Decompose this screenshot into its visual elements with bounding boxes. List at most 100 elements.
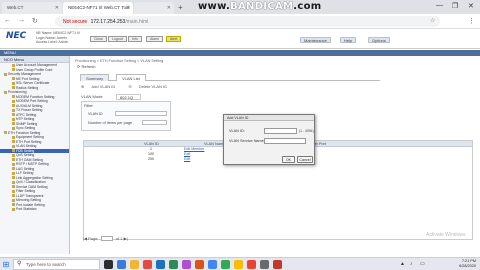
sidebar-item-label: TX Power Setting bbox=[16, 108, 43, 112]
sidebar-item-label: LAG Setting bbox=[16, 166, 35, 171]
app-icon-6[interactable] bbox=[208, 260, 217, 269]
edge-icon[interactable] bbox=[117, 260, 126, 269]
close-button[interactable]: Close bbox=[90, 36, 107, 42]
vlan-id-input[interactable] bbox=[264, 128, 297, 134]
browser-tab-2[interactable]: NE64C2-NF71 I/I Web.CT Tool ✕ bbox=[63, 2, 133, 14]
tab-vlan-list[interactable]: VLAN List bbox=[116, 74, 146, 81]
watermark-prefix: www. bbox=[198, 1, 231, 12]
new-tab-icon[interactable]: + bbox=[178, 3, 183, 12]
reload-icon[interactable]: ↻ bbox=[32, 17, 38, 25]
filter-vlan-id-input[interactable] bbox=[115, 111, 167, 116]
page-input[interactable] bbox=[100, 236, 113, 242]
page-icon bbox=[12, 162, 15, 166]
browser-menu-icon[interactable]: ⋮ bbox=[468, 17, 475, 25]
app-icon-3[interactable] bbox=[169, 260, 178, 269]
close-window-icon[interactable]: ✕ bbox=[468, 2, 474, 10]
cancel-button[interactable]: Cancel bbox=[297, 156, 313, 163]
delete-vlan-button[interactable]: ⊖ Delete VLAN ID bbox=[128, 84, 173, 89]
vlan-name-input[interactable] bbox=[264, 138, 306, 144]
page-icon bbox=[12, 153, 15, 157]
browser-tab-label: Web.CT bbox=[7, 5, 24, 10]
maintenance-link[interactable]: Maintenance bbox=[300, 37, 331, 43]
sidebar-item-label: ETH Port Setting bbox=[16, 139, 42, 144]
items-per-page-label: Number of Items per page bbox=[88, 121, 133, 125]
sidebar-item-label: RSTP / MSTP Setting bbox=[16, 162, 49, 166]
recording-watermark: www.BANDICAM.com bbox=[198, 1, 321, 12]
watermark-brand: BANDICAM bbox=[230, 1, 294, 12]
language-icon[interactable]: ▭ bbox=[420, 261, 425, 267]
maximize-icon[interactable]: ❐ bbox=[452, 2, 458, 10]
minimize-icon[interactable]: — bbox=[436, 2, 443, 9]
page-icon bbox=[12, 189, 15, 193]
sidebar-item-label: Filter Setting bbox=[16, 189, 36, 193]
help-link[interactable]: Help bbox=[340, 37, 357, 43]
page-icon bbox=[12, 68, 15, 72]
volume-icon[interactable]: ♪ bbox=[410, 261, 413, 267]
taskbar-search-input[interactable]: ⚲ Type here to search bbox=[13, 259, 100, 270]
browser-tab-3[interactable]: ✕ bbox=[134, 2, 174, 14]
app-icon-2[interactable] bbox=[156, 260, 165, 269]
edit-link[interactable]: Edit bbox=[184, 157, 190, 162]
app-icon-4[interactable] bbox=[182, 260, 191, 269]
page-icon bbox=[12, 203, 15, 207]
page-icon bbox=[12, 185, 15, 189]
sidebar-item-label: User Account Management bbox=[16, 63, 57, 67]
page-icon bbox=[12, 167, 15, 171]
close-tab-icon[interactable]: ✕ bbox=[126, 5, 130, 11]
add-vlan-button[interactable]: ⊕ Add VLAN ID bbox=[81, 84, 121, 89]
app-icon-1[interactable] bbox=[143, 260, 152, 269]
task-view-icon[interactable] bbox=[104, 260, 113, 269]
items-per-page-select[interactable] bbox=[142, 120, 167, 125]
info-button[interactable]: Info bbox=[128, 36, 142, 42]
app-icon-8[interactable] bbox=[234, 260, 243, 269]
alert-button[interactable]: Alert bbox=[166, 36, 182, 42]
back-icon[interactable]: ← bbox=[4, 17, 11, 24]
add-icon: ⊕ bbox=[81, 84, 86, 89]
app-icon-7[interactable] bbox=[221, 260, 230, 269]
close-tab-icon[interactable]: ✕ bbox=[167, 5, 171, 11]
sidebar-item-label: LLF Setting bbox=[16, 171, 34, 175]
url-input[interactable]: Not secure 172.17.254.253/main.html bbox=[55, 16, 440, 27]
sidebar-item-label: QoS / Classification bbox=[16, 180, 46, 184]
tab-summary[interactable]: Summary bbox=[80, 74, 110, 81]
refresh-button[interactable]: ⟳ Refresh bbox=[77, 64, 95, 69]
app-icon-5[interactable] bbox=[195, 260, 204, 269]
sidebar-item-label: FDB Setting bbox=[16, 148, 35, 153]
watermark-tld: .com bbox=[293, 1, 322, 12]
sidebar-item-label: MODEM Port Setting bbox=[16, 99, 48, 103]
pager-page-label: Page bbox=[88, 236, 98, 241]
bandicam-icon[interactable] bbox=[273, 260, 282, 269]
clock[interactable]: 7:21 PM 6/28/2020 bbox=[459, 259, 476, 269]
browser-tabstrip: Web.CT ✕ NE64C2-NF71 I/I Web.CT Tool ✕ ✕… bbox=[0, 0, 480, 14]
page-icon bbox=[12, 171, 15, 175]
forward-icon[interactable]: → bbox=[18, 17, 25, 24]
page-icon bbox=[12, 77, 15, 81]
ok-button[interactable]: OK bbox=[282, 156, 295, 163]
pager-last-icon[interactable]: ▶| bbox=[124, 236, 128, 241]
network-icon[interactable]: ▲ bbox=[400, 261, 405, 267]
sidebar-item-label: SNMP Setting bbox=[16, 121, 38, 126]
app-icon-9[interactable] bbox=[260, 260, 269, 269]
page-icon bbox=[12, 122, 15, 126]
chrome-icon[interactable] bbox=[247, 260, 256, 269]
options-link[interactable]: Options bbox=[368, 37, 390, 43]
delete-icon: ⊖ bbox=[128, 84, 133, 89]
page-icon bbox=[12, 99, 15, 103]
sidebar: NCO Menu User Account Management User Gro… bbox=[0, 56, 70, 254]
sidebar-item-label: NE Port Setting bbox=[16, 76, 40, 81]
folder-icon bbox=[4, 72, 7, 76]
pager-of-label: of 1 bbox=[115, 236, 123, 241]
sidebar-item-label: User Group Profile Conf. bbox=[16, 67, 54, 72]
page-icon bbox=[12, 207, 15, 211]
browser-tab-1[interactable]: Web.CT ✕ bbox=[2, 2, 62, 14]
logout-button[interactable]: Logout bbox=[108, 36, 127, 42]
bookmark-star-icon[interactable]: ☆ bbox=[430, 17, 435, 24]
sidebar-item-label: QoS Setting bbox=[16, 153, 35, 157]
access-level: Access Level: Admin bbox=[36, 40, 69, 44]
sidebar-item[interactable]: Port Statistics bbox=[0, 207, 69, 212]
windows-start-icon[interactable]: ⊞ bbox=[0, 259, 12, 270]
alarm-button[interactable]: Alarm bbox=[146, 36, 164, 42]
sidebar-item-label: Sync Setting bbox=[16, 126, 36, 130]
close-tab-icon[interactable]: ✕ bbox=[55, 5, 59, 11]
file-explorer-icon[interactable] bbox=[130, 260, 139, 269]
